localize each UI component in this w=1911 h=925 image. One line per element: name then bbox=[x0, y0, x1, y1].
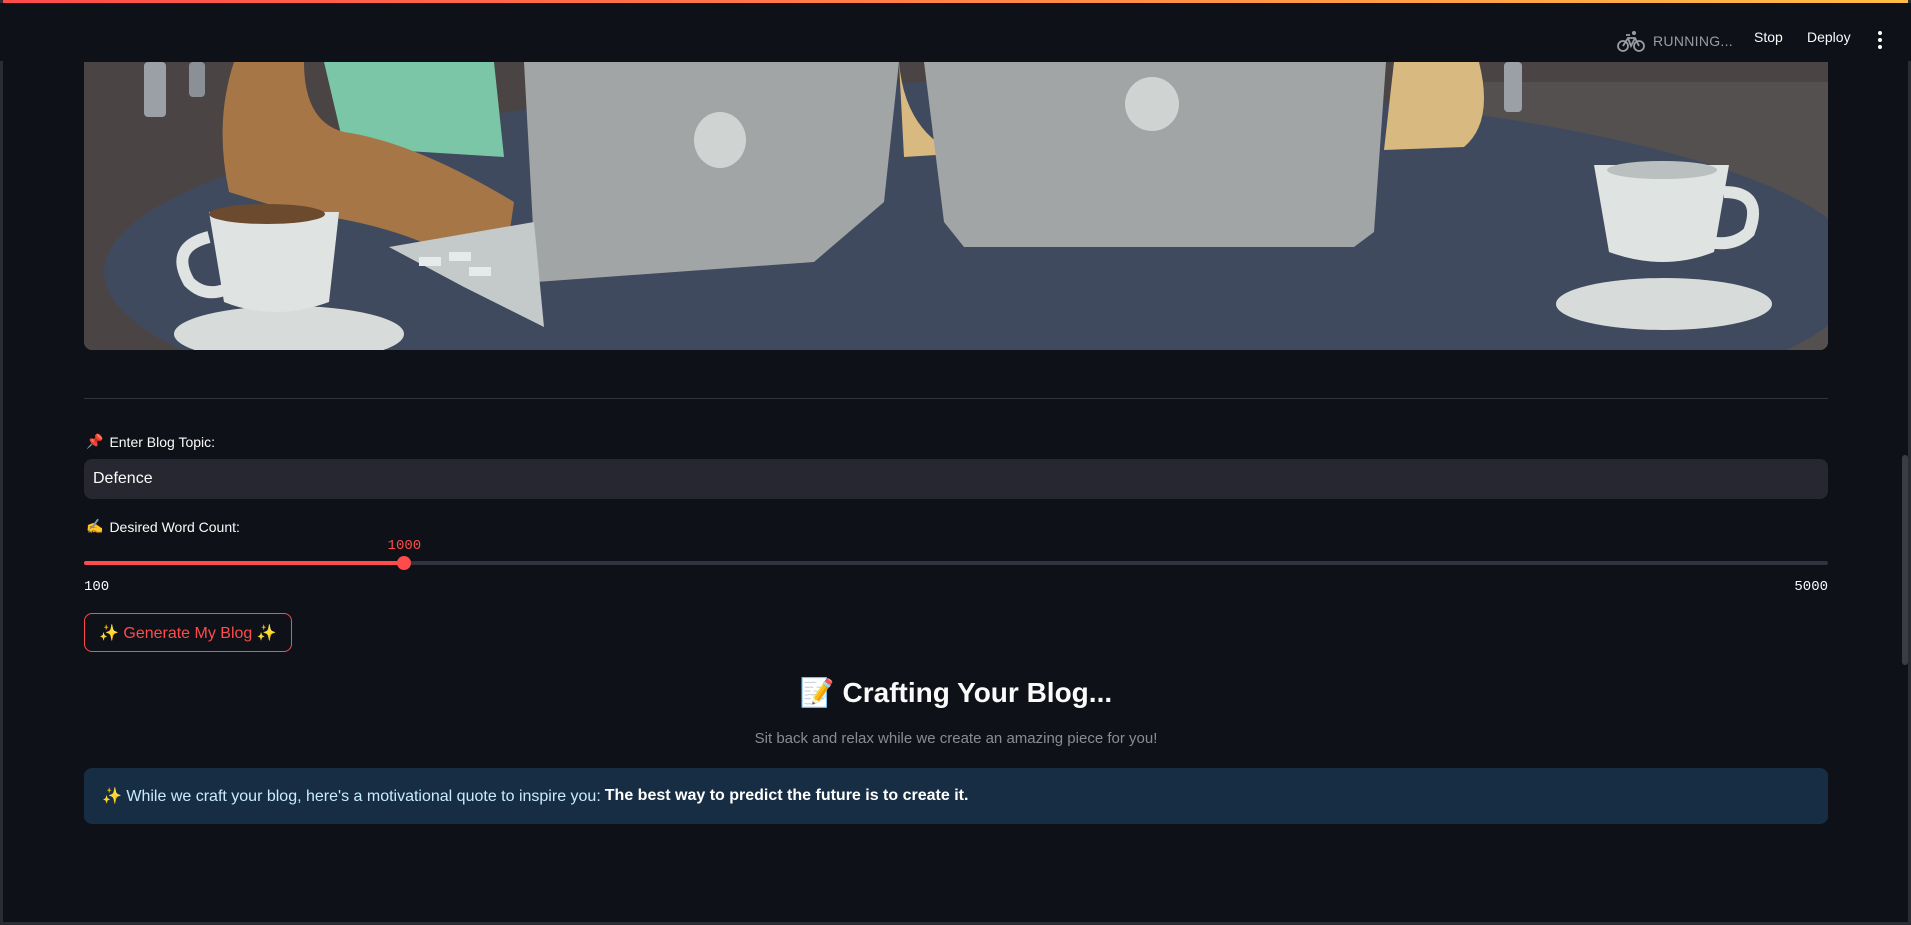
quote-text: The best way to predict the future is to… bbox=[604, 787, 969, 804]
blog-topic-input[interactable] bbox=[84, 459, 1828, 499]
word-count-label: ✍️ Desired Word Count: bbox=[86, 518, 240, 535]
motivational-quote-alert: ✨ While we craft your blog, here's a mot… bbox=[84, 768, 1828, 824]
generate-blog-button[interactable]: ✨ Generate My Blog ✨ bbox=[84, 613, 292, 652]
word-count-slider-value: 1000 bbox=[387, 538, 422, 554]
slider-min-label: 100 bbox=[84, 579, 110, 595]
app-header: RUNNING... Stop Deploy bbox=[0, 3, 1911, 61]
running-status: RUNNING... bbox=[1617, 29, 1733, 53]
writing-hand-icon: ✍️ bbox=[86, 518, 104, 534]
slider-fill bbox=[84, 561, 405, 565]
crafting-title: 📝 Crafting Your Blog... bbox=[799, 677, 1113, 708]
slider-thumb[interactable] bbox=[397, 556, 412, 570]
status-text: RUNNING... bbox=[1653, 33, 1733, 49]
pushpin-icon: 📌 bbox=[86, 433, 104, 449]
quote-prefix: ✨ While we craft your blog, here's a mot… bbox=[102, 788, 601, 805]
slider-max-label: 5000 bbox=[1794, 579, 1828, 595]
kebab-menu-icon[interactable] bbox=[1877, 31, 1883, 49]
hero-image bbox=[84, 62, 1828, 350]
topic-label-text: Enter Blog Topic: bbox=[109, 433, 216, 450]
topic-label: 📌 Enter Blog Topic: bbox=[86, 433, 215, 450]
deploy-button[interactable]: Deploy bbox=[1807, 29, 1851, 45]
word-count-label-text: Desired Word Count: bbox=[109, 518, 240, 535]
scrollbar-thumb[interactable] bbox=[1902, 455, 1908, 665]
bicycle-icon bbox=[1617, 31, 1645, 52]
stop-button[interactable]: Stop bbox=[1754, 29, 1783, 45]
section-divider bbox=[84, 398, 1828, 399]
crafting-subtitle: Sit back and relax while we create an am… bbox=[754, 730, 1158, 747]
word-count-slider[interactable] bbox=[84, 556, 1828, 570]
